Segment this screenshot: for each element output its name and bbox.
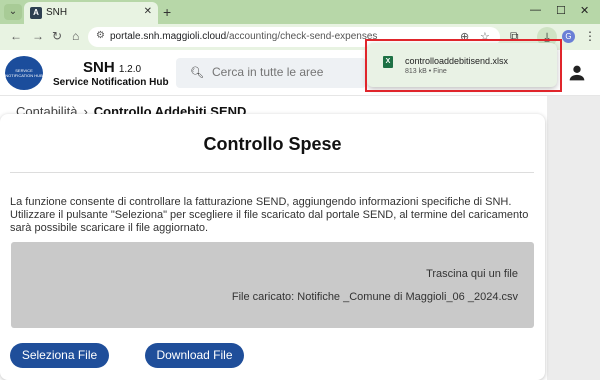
back-icon[interactable]: ← (10, 29, 22, 43)
dropzone-label: Trascina qui un file (426, 268, 518, 280)
red-highlight-box (365, 39, 562, 92)
minimize-icon[interactable]: — (530, 4, 541, 16)
description-text: La funzione consente di controllare la f… (10, 196, 529, 234)
divider (10, 172, 534, 173)
search-icon: 🔍︎ (190, 67, 204, 79)
search-box[interactable]: 🔍︎ (176, 58, 366, 88)
browser-tab-strip: ⌄ A SNH ✕ + — ☐ ✕ (0, 0, 600, 24)
user-account-icon[interactable] (566, 62, 588, 84)
file-dropzone[interactable]: Trascina qui un file File caricato: Noti… (11, 242, 534, 328)
download-file-button[interactable]: Download File (145, 343, 244, 368)
search-input[interactable] (212, 65, 362, 79)
close-tab-icon[interactable]: ✕ (144, 6, 152, 17)
app-version: 1.2.0 (118, 64, 142, 75)
page-gutter (547, 96, 600, 380)
snh-logo[interactable]: SERVICE NOTIFICATION HUB (5, 56, 43, 90)
forward-icon[interactable]: → (32, 29, 44, 43)
angular-icon: A (30, 7, 42, 19)
maximize-icon[interactable]: ☐ (556, 4, 566, 17)
url-text[interactable]: portale.snh.maggioli.cloud/accounting/ch… (110, 31, 377, 42)
reload-icon[interactable]: ↻ (52, 29, 62, 43)
main-card: Controllo Spese La funzione consente di … (0, 114, 545, 380)
browser-tab[interactable]: A SNH ✕ (24, 2, 158, 24)
new-tab-button[interactable]: + (163, 4, 171, 20)
site-info-icon[interactable]: ⚙ (96, 30, 105, 41)
tab-search-button[interactable]: ⌄ (4, 4, 22, 20)
app-subtitle: Service Notification Hub (53, 77, 169, 88)
home-icon[interactable]: ⌂ (72, 29, 79, 43)
close-window-icon[interactable]: ✕ (580, 4, 589, 17)
menu-kebab-icon[interactable]: ⋮ (584, 29, 596, 43)
page-title: Controllo Spese (203, 134, 342, 154)
profile-avatar[interactable]: G (562, 30, 575, 43)
app-name: SNH 1.2.0 (83, 59, 142, 76)
uploaded-file-label: File caricato: Notifiche _Comune di Magg… (231, 291, 518, 303)
tab-title: SNH (46, 7, 68, 18)
select-file-button[interactable]: Seleziona File (10, 343, 109, 368)
